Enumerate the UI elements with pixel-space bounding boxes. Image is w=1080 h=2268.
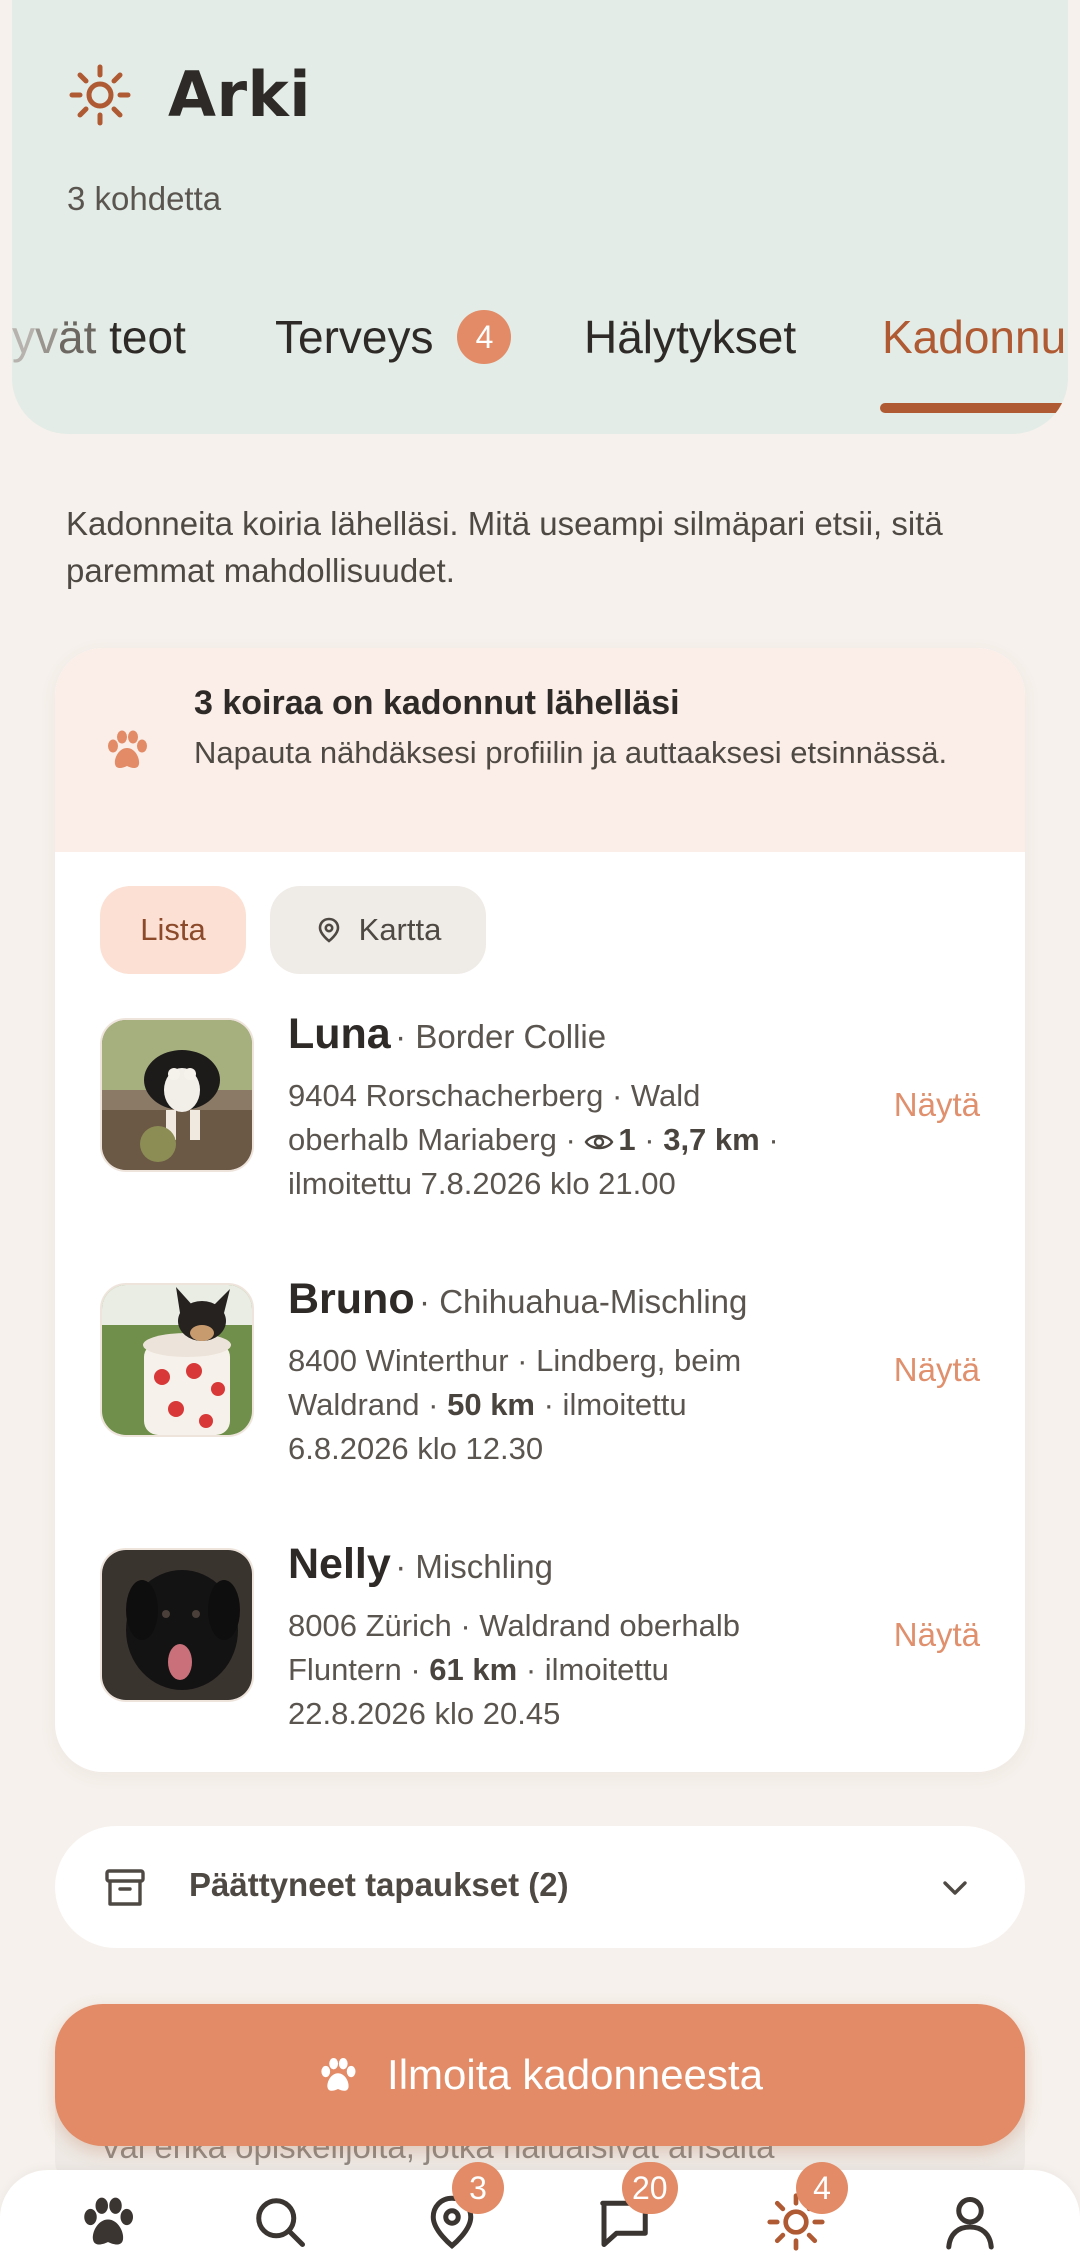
dog-photo <box>100 1018 254 1172</box>
lost-dog-item[interactable]: Bruno · Chihuahua-Mischling 8400 Wintert… <box>100 1275 980 1507</box>
dog-distance: 50 km <box>447 1387 535 1422</box>
nav-daily[interactable]: 4 <box>766 2162 848 2256</box>
nav-map[interactable]: 3 <box>422 2162 504 2256</box>
active-tab-indicator <box>880 403 1068 413</box>
dog-name: Luna <box>288 1010 391 1058</box>
alert-text: Napauta nähdäksesi profiilin ja auttaaks… <box>194 735 948 770</box>
lost-dogs-card: 3 koiraa on kadonnut lähelläsi Napauta n… <box>55 648 1025 1772</box>
eye-icon <box>584 1134 614 1150</box>
tab-bar: y v ät teot Terveys 4 Hälytykset Kadonnu <box>12 300 1068 420</box>
tab-good-deeds[interactable]: y v ät teot <box>12 310 186 364</box>
bottom-nav: 3 20 4 <box>0 2162 1080 2268</box>
nav-home[interactable] <box>78 2192 142 2256</box>
tab-health-badge: 4 <box>457 310 512 364</box>
nav-map-badge: 3 <box>452 2162 504 2214</box>
search-icon <box>256 2198 305 2247</box>
dog-distance: 3,7 km <box>663 1122 760 1157</box>
page-title: Arki <box>168 58 312 131</box>
tab-lost[interactable]: Kadonnu <box>882 310 1066 364</box>
intro-text: Kadonneita koiria lähelläsi. Mitä useamp… <box>66 505 943 589</box>
show-dog-button[interactable]: Näytä <box>894 1351 980 1389</box>
closed-cases-toggle[interactable]: Päättyneet tapaukset (2) <box>55 1826 1025 1948</box>
user-icon <box>946 2197 994 2250</box>
dog-views: 1 <box>618 1122 636 1157</box>
dog-breed: · Border Collie <box>395 1018 607 1055</box>
paw-icon <box>321 2057 356 2091</box>
report-lost-label: Ilmoita kadonneesta <box>387 2051 763 2098</box>
tab-health[interactable]: Terveys 4 <box>275 310 512 364</box>
tab-lost-label: Kadonnu <box>882 311 1067 363</box>
nav-daily-badge: 4 <box>796 2162 848 2214</box>
dog-breed: · Mischling <box>395 1548 553 1585</box>
dog-details: 9404 Rorschacherberg · Wald oberhalb Mar… <box>288 1078 779 1201</box>
dog-details: 8006 Zürich · Waldrand oberhalb Fluntern… <box>288 1604 808 1736</box>
dog-photo <box>100 1283 254 1437</box>
lost-dog-item[interactable]: Luna · Border Collie 9404 Rorschacherber… <box>100 1010 980 1242</box>
header-title-row: Arki <box>68 58 311 131</box>
dog-details: 8400 Winterthur · Lindberg, beim Waldran… <box>288 1339 808 1471</box>
dog-name-line: Luna · Border Collie <box>288 1010 606 1059</box>
show-dog-button[interactable]: Näytä <box>894 1086 980 1124</box>
closed-cases-label: Päättyneet tapaukset (2) <box>189 1866 569 1903</box>
tab-health-label: Terveys <box>275 311 434 363</box>
list-view-label: Lista <box>140 912 206 947</box>
dog-breed: · Chihuahua-Mischling <box>419 1283 748 1320</box>
item-count: 3 kohdetta <box>67 180 222 217</box>
sun-icon <box>69 64 131 125</box>
alert-title: 3 koiraa on kadonnut lähelläsi <box>194 684 680 722</box>
show-dog-button[interactable]: Näytä <box>894 1616 980 1654</box>
tab-alerts-label: Hälytykset <box>584 311 797 363</box>
map-view-button[interactable]: Kartta <box>270 886 486 974</box>
list-view-button[interactable]: Lista <box>100 886 246 974</box>
nav-messages-badge: 20 <box>622 2162 678 2214</box>
report-lost-button[interactable]: Ilmoita kadonneesta <box>55 2004 1025 2146</box>
dog-location: 9404 Rorschacherberg · Wald oberhalb Mar… <box>288 1078 701 1157</box>
paw-icon <box>84 2197 133 2245</box>
nav-messages[interactable]: 20 <box>594 2162 678 2256</box>
dog-name-line: Bruno · Chihuahua-Mischling <box>288 1275 747 1324</box>
chevron-down-icon <box>943 1881 967 1895</box>
paw-icon <box>108 730 147 768</box>
dog-photo <box>100 1548 254 1702</box>
dog-name: Bruno <box>288 1275 415 1323</box>
lost-dog-item[interactable]: Nelly · Mischling 8006 Zürich · Waldrand… <box>100 1540 980 1772</box>
dog-name: Nelly <box>288 1540 391 1588</box>
archive-icon <box>105 1869 145 1906</box>
dog-distance: 61 km <box>429 1652 518 1687</box>
tab-alerts[interactable]: Hälytykset <box>584 310 796 364</box>
nav-search[interactable] <box>250 2192 314 2256</box>
map-view-label: Kartta <box>358 912 442 947</box>
header: Arki 3 kohdetta y v ät teot Terveys 4 Häly… <box>12 0 1068 434</box>
dog-name-line: Nelly · Mischling <box>288 1540 553 1589</box>
view-toggle: Lista Kartta <box>100 886 486 974</box>
map-pin-icon <box>318 917 339 943</box>
nav-profile[interactable] <box>940 2192 1004 2256</box>
lost-alert-banner: 3 koiraa on kadonnut lähelläsi Napauta n… <box>55 648 1025 852</box>
